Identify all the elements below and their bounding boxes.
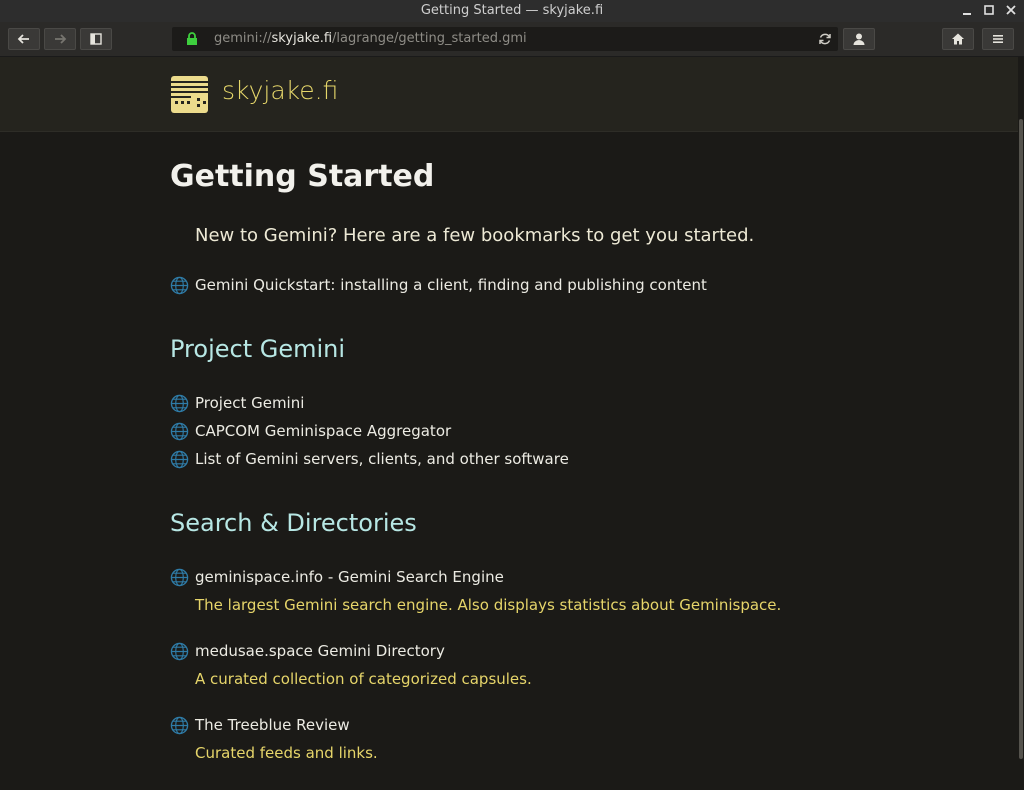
globe-icon (170, 568, 189, 586)
link-label: medusae.space Gemini Directory (195, 642, 445, 660)
url-text: gemini://skyjake.fi/lagrange/getting_sta… (214, 27, 527, 51)
link-description: The largest Gemini search engine. Also d… (195, 596, 782, 614)
link-label: List of Gemini servers, clients, and oth… (195, 450, 569, 468)
user-icon (853, 33, 865, 45)
globe-icon (170, 642, 189, 660)
home-icon (952, 33, 964, 45)
window-titlebar: Getting Started — skyjake.fi (0, 0, 1024, 22)
window-controls (960, 0, 1018, 22)
close-icon (1006, 5, 1016, 15)
scrollbar[interactable] (1018, 57, 1024, 790)
link-treeblue[interactable]: The Treeblue Review (170, 714, 350, 736)
maximize-icon (984, 5, 994, 15)
link-label: Gemini Quickstart: installing a client, … (195, 276, 707, 294)
site-name[interactable]: skyjake.fi (222, 76, 338, 105)
link-label: The Treeblue Review (195, 716, 350, 734)
link-capcom[interactable]: CAPCOM Geminispace Aggregator (170, 420, 451, 442)
identity-button[interactable] (843, 28, 875, 50)
globe-icon (170, 394, 189, 412)
link-geminispace-info[interactable]: geminispace.info - Gemini Search Engine (170, 566, 504, 588)
hamburger-menu-icon (993, 35, 1003, 43)
link-description: Curated feeds and links. (195, 744, 378, 762)
section-heading-project-gemini: Project Gemini (170, 335, 346, 363)
arrow-left-icon (17, 34, 29, 44)
menu-button[interactable] (982, 28, 1014, 50)
forward-button[interactable] (44, 28, 76, 50)
page-title: Getting Started (170, 159, 435, 194)
url-bar[interactable]: gemini://skyjake.fi/lagrange/getting_sta… (172, 27, 838, 51)
link-gemini-software[interactable]: List of Gemini servers, clients, and oth… (170, 448, 569, 470)
close-button[interactable] (1004, 4, 1018, 18)
link-label: geminispace.info - Gemini Search Engine (195, 568, 504, 586)
globe-icon (170, 276, 189, 294)
link-description: A curated collection of categorized caps… (195, 670, 532, 688)
back-button[interactable] (8, 28, 40, 50)
window-title: Getting Started — skyjake.fi (420, 3, 604, 18)
section-heading-search: Search & Directories (170, 509, 417, 537)
globe-icon (170, 716, 189, 734)
lock-icon (187, 32, 197, 45)
link-label: CAPCOM Geminispace Aggregator (195, 422, 452, 440)
url-scheme: gemini:// (214, 31, 272, 46)
scrollbar-thumb[interactable] (1019, 119, 1023, 759)
intro-paragraph: New to Gemini? Here are a few bookmarks … (195, 225, 755, 246)
home-button[interactable] (942, 28, 974, 50)
link-label: Project Gemini (195, 394, 305, 412)
sidebar-icon (90, 33, 102, 45)
site-logo-icon (171, 76, 208, 113)
url-host: skyjake.fi (271, 31, 333, 46)
site-banner: skyjake.fi (0, 57, 1018, 132)
url-path: /lagrange/getting_started.gmi (332, 31, 527, 46)
maximize-button[interactable] (982, 4, 996, 18)
toolbar: gemini://skyjake.fi/lagrange/getting_sta… (0, 22, 1024, 57)
minimize-button[interactable] (960, 4, 974, 18)
reload-icon[interactable] (818, 32, 832, 46)
link-medusae[interactable]: medusae.space Gemini Directory (170, 640, 445, 662)
minimize-icon (963, 13, 971, 15)
link-quickstart[interactable]: Gemini Quickstart: installing a client, … (170, 274, 707, 296)
globe-icon (170, 450, 189, 468)
sidebar-toggle-button[interactable] (80, 28, 112, 50)
arrow-right-icon (55, 34, 67, 44)
link-project-gemini[interactable]: Project Gemini (170, 392, 304, 414)
globe-icon (170, 422, 189, 440)
